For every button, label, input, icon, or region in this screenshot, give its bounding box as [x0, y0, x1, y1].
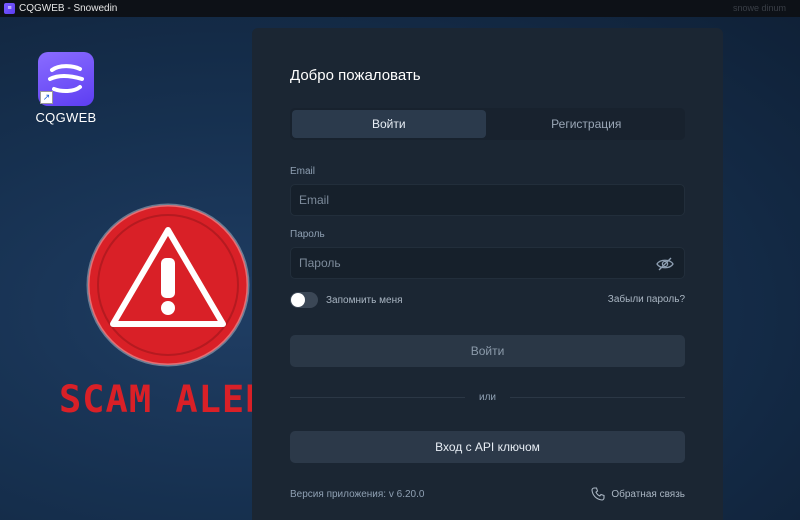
shortcut-arrow-icon: ↗ — [40, 91, 53, 104]
app-version: Версия приложения: v 6.20.0 — [290, 489, 425, 500]
titlebar-faint-text: snowe dinum — [732, 3, 786, 13]
password-field[interactable]: Пароль — [290, 247, 685, 279]
password-label: Пароль — [290, 229, 325, 240]
email-placeholder: Email — [299, 193, 330, 207]
page-title: Добро пожаловать — [290, 67, 421, 84]
api-key-login-button[interactable]: Вход с API ключом — [290, 431, 685, 463]
remember-label: Запомнить меня — [326, 294, 403, 306]
window-titlebar: ≡ CQGWEB - Snowedin snowe dinum — [0, 0, 800, 17]
forgot-password-link[interactable]: Забыли пароль? — [608, 294, 685, 305]
or-text: или — [479, 391, 497, 403]
eye-slash-icon[interactable] — [656, 256, 674, 275]
cqgweb-logo-icon: ↗ — [38, 52, 94, 106]
password-placeholder: Пароль — [299, 256, 341, 270]
auth-tabs: Войти Регистрация — [290, 108, 685, 140]
cqgweb-logo-icon: ≡ — [4, 3, 15, 14]
desktop-shortcut-cqgweb[interactable]: ↗ CQGWEB — [34, 52, 98, 125]
desktop-icon-label: CQGWEB — [35, 110, 97, 125]
or-divider: или — [290, 390, 686, 404]
phone-icon — [591, 487, 605, 501]
warning-triangle-icon — [86, 203, 250, 367]
login-card: Добро пожаловать Войти Регистрация Email… — [252, 28, 723, 520]
tab-register[interactable]: Регистрация — [490, 110, 684, 138]
email-label: Email — [290, 166, 316, 177]
scam-alert-overlay: SCAM ALERT — [55, 200, 291, 425]
feedback-label: Обратная связь — [611, 488, 685, 500]
tab-login[interactable]: Войти — [292, 110, 486, 138]
window-title: CQGWEB - Snowedin — [19, 3, 118, 14]
feedback-link[interactable]: Обратная связь — [591, 487, 685, 501]
email-field[interactable]: Email — [290, 184, 685, 216]
login-button[interactable]: Войти — [290, 335, 685, 367]
remember-me[interactable]: Запомнить меня — [290, 292, 403, 308]
remember-toggle[interactable] — [290, 292, 318, 308]
